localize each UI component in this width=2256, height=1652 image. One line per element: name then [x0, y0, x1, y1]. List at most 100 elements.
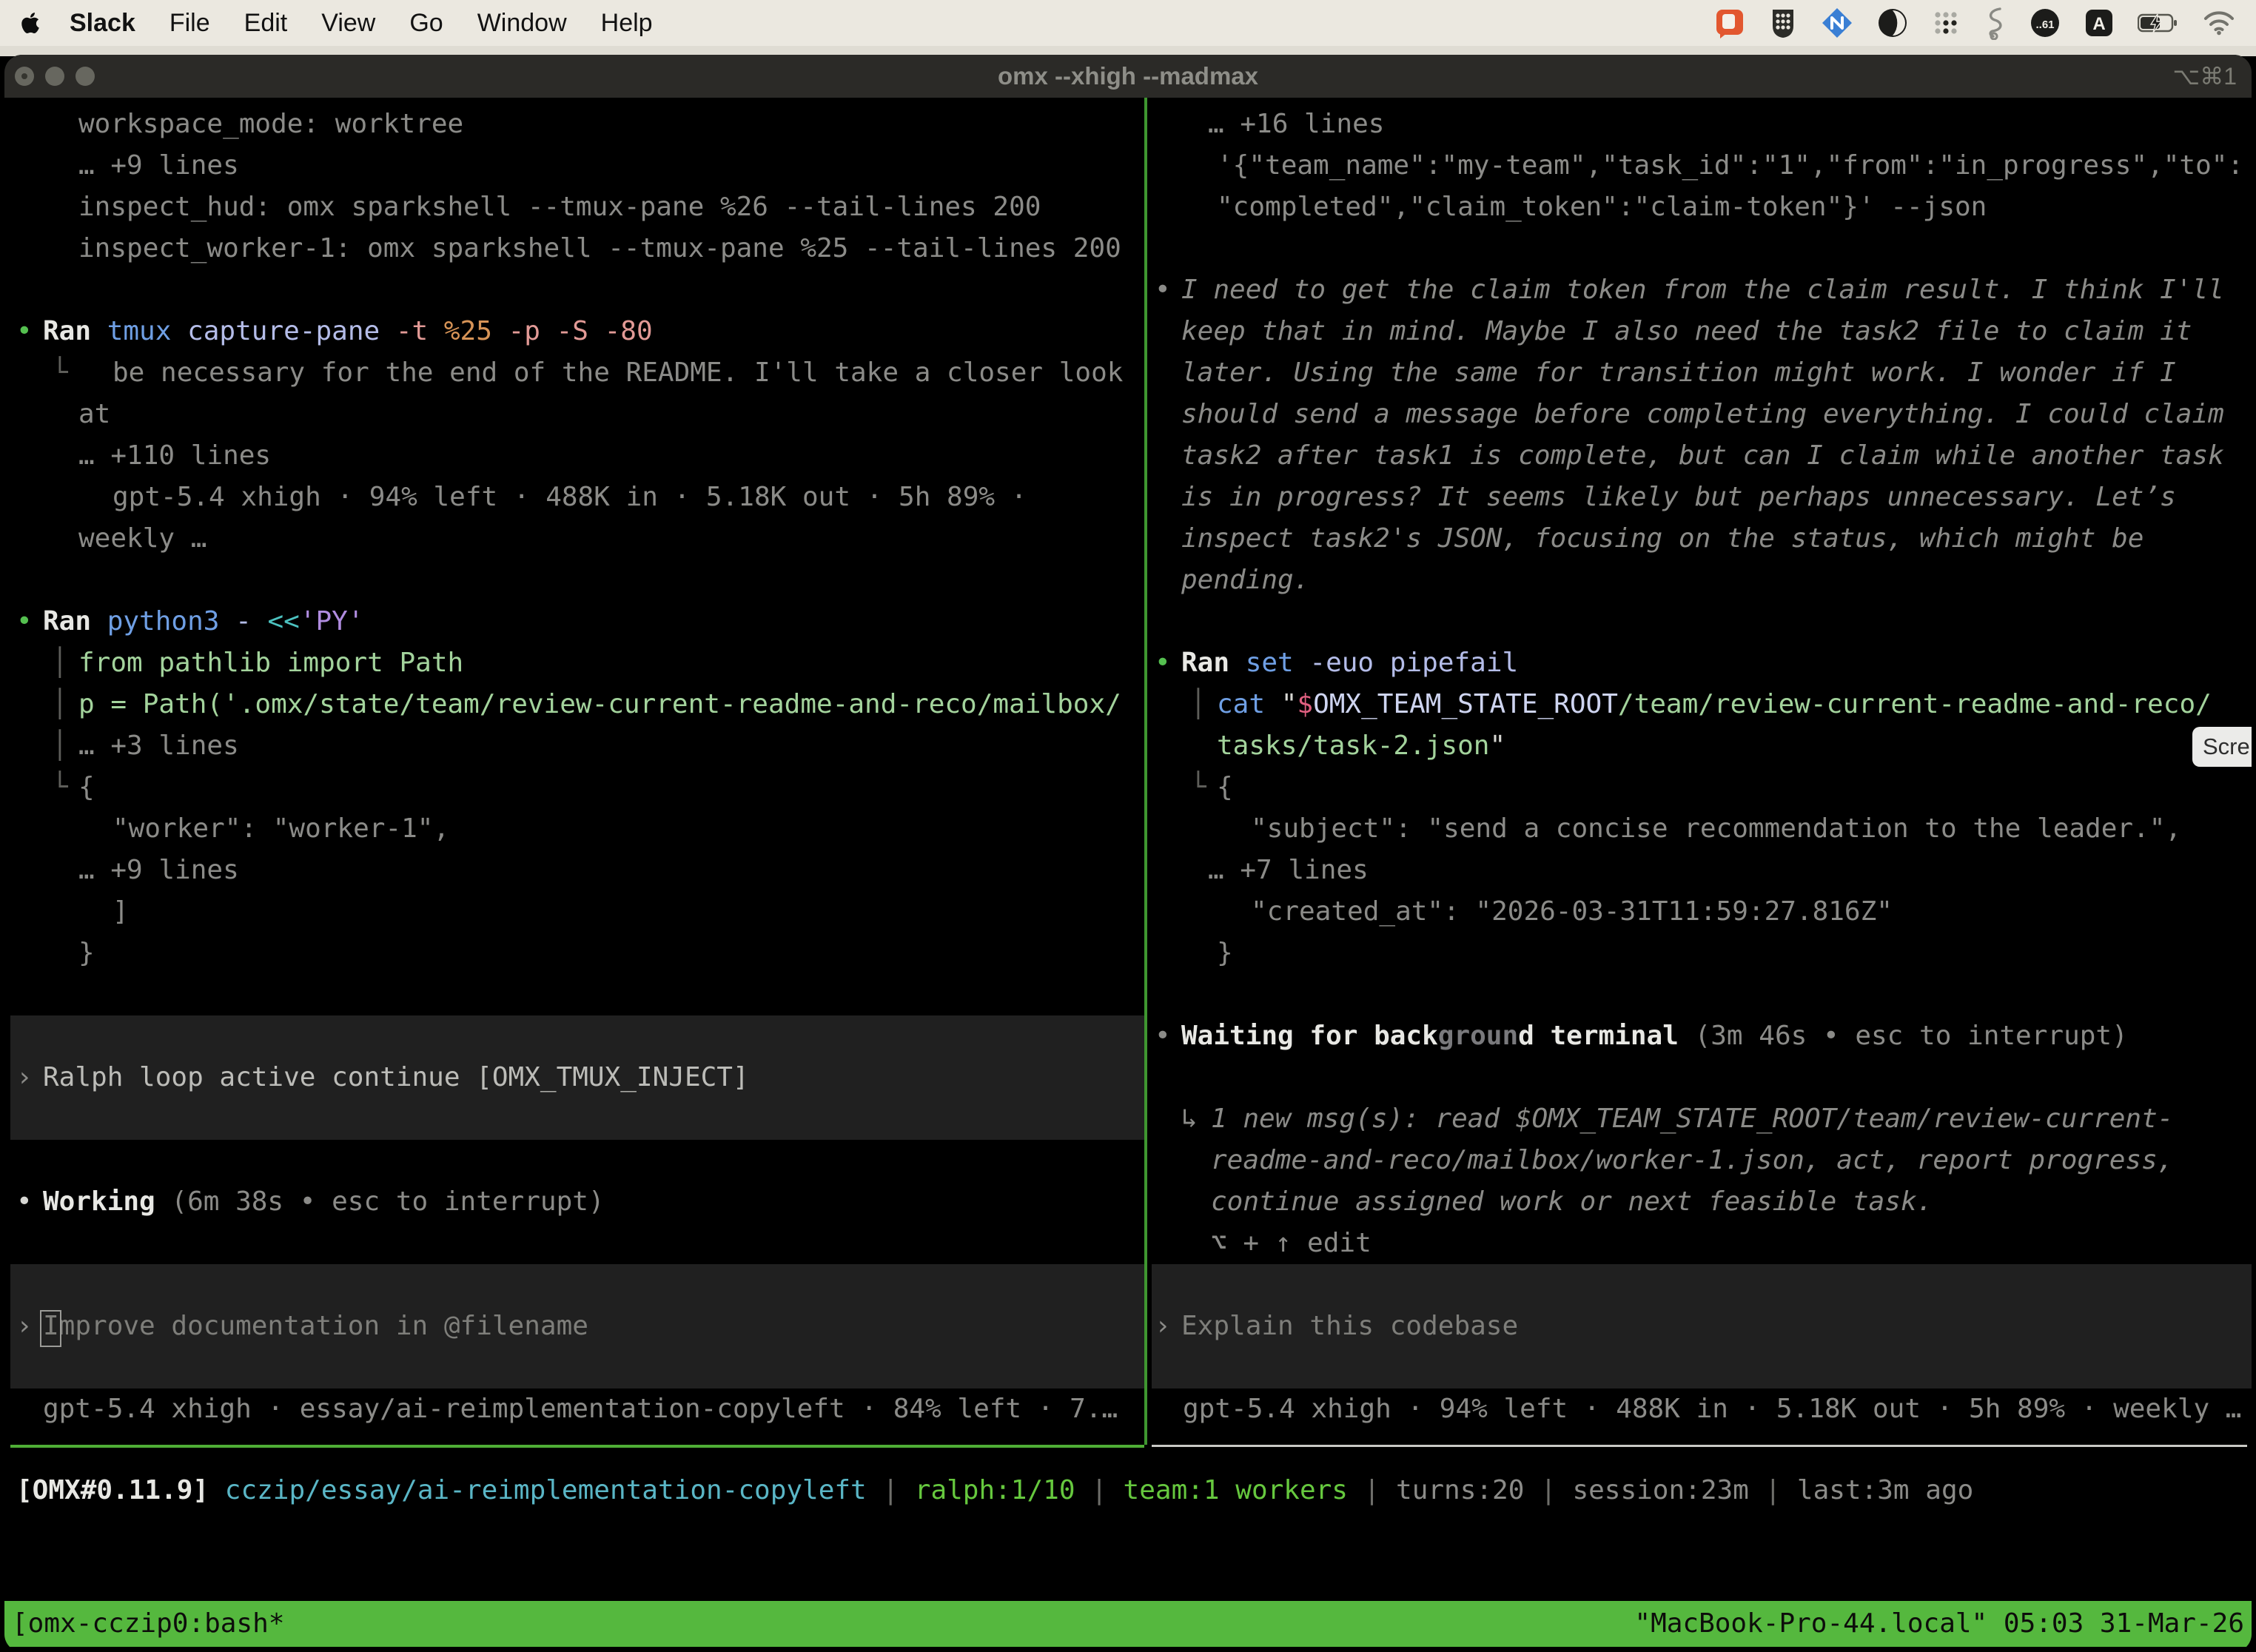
dots-grid-icon[interactable] — [1932, 9, 1960, 37]
tmux-host-clock: "MacBook-Pro-44.local" 05:03 31-Mar-26 — [1634, 1601, 2244, 1647]
omx-status-segment: team:1 workers — [1124, 1475, 1348, 1505]
terminal-text-line: • — [16, 311, 33, 352]
terminal-text-line: Explain this codebase — [1181, 1306, 1518, 1347]
terminal-text-line: … +9 lines — [78, 850, 239, 891]
terminal-text-line: └ — [1190, 767, 1206, 808]
terminal-text-line: weekly … — [78, 518, 207, 560]
terminal-text-line: • — [1155, 1015, 1171, 1057]
omx-status-segment: | — [1348, 1475, 1396, 1505]
omx-status-segment: turns:20 — [1396, 1475, 1524, 1505]
omx-status-bar: [OMX#0.11.9] cczip/essay/ai-reimplementa… — [16, 1470, 1973, 1511]
menu-item-file[interactable]: File — [169, 9, 210, 38]
apple-menu-icon[interactable] — [21, 11, 40, 35]
menu-item-go[interactable]: Go — [409, 9, 443, 38]
terminal-text-line: └ — [52, 352, 68, 394]
omx-status-segment: ralph:1/10 — [915, 1475, 1075, 1505]
menu-item-slack[interactable]: Slack — [70, 9, 135, 38]
menu-item-help[interactable]: Help — [601, 9, 653, 38]
terminal-text-line: … +7 lines — [1208, 850, 1369, 891]
gauge-61-label: ..61 — [2035, 19, 2054, 31]
omx-status-segment: | — [1075, 1475, 1124, 1505]
terminal-text-line: keep that in mind. Maybe I also need the… — [1181, 311, 2192, 352]
terminal-window: omx --xhigh --madmax ⌥⌘1 workspace_mode:… — [4, 55, 2252, 1652]
gauge-61-icon[interactable]: ..61 — [2030, 7, 2061, 38]
terminal-text-line: is in progress? It seems likely but perh… — [1181, 477, 2176, 518]
terminal-text-line: Ran set -euo pipefail — [1181, 642, 1518, 684]
terminal-text-line: '{"team_name":"my-team","task_id":"1","f… — [1217, 145, 2243, 187]
text-cursor — [40, 1310, 61, 1347]
menu-item-window[interactable]: Window — [477, 9, 567, 38]
terminal-text-line: gpt-5.4 xhigh · essay/ai-reimplementatio… — [43, 1389, 1118, 1430]
terminal-text-line: │ — [52, 684, 68, 725]
terminal-text-line: Ran tmux capture-pane -t %25 -p -S -80 — [43, 311, 653, 352]
terminal-text-line: • — [1155, 269, 1171, 311]
omx-status-segment: [OMX#0.11.9] — [16, 1475, 209, 1505]
terminal-text-line: ] — [113, 891, 129, 933]
wifi-icon[interactable] — [2203, 10, 2235, 36]
terminal-text-line: "created_at": "2026-03-31T11:59:27.816Z" — [1251, 891, 1893, 933]
terminal-text-line: at — [78, 394, 110, 435]
terminal-text-line: • — [16, 1181, 33, 1223]
terminal-text-line: "worker": "worker-1", — [113, 808, 449, 850]
terminal-text-line: } — [1217, 933, 1233, 974]
keypad-icon[interactable] — [1769, 7, 1797, 39]
input-a-icon[interactable]: A — [2084, 8, 2114, 38]
terminal-text-line: from pathlib import Path — [78, 642, 463, 684]
terminal-text-line: gpt-5.4 xhigh · 94% left · 488K in · 5.1… — [1183, 1389, 2241, 1430]
terminal-text-line: { — [1217, 767, 1233, 808]
terminal-text-line: ↳ — [1181, 1098, 1213, 1140]
terminal-text-line: I need to get the claim token from the c… — [1181, 269, 2224, 311]
terminal-text-line: │ — [52, 725, 68, 767]
terminal-text-line: Waiting for background terminal (3m 46s … — [1181, 1015, 2128, 1057]
terminal-text-line: └ — [52, 767, 68, 808]
tmux-session-label: [omx-cczip0:bash* — [12, 1601, 284, 1647]
omx-status-segment: session:23m — [1572, 1475, 1748, 1505]
terminal-text-line: … +16 lines — [1208, 104, 1384, 145]
terminal-text-line: task2 after task1 is complete, but can I… — [1181, 435, 2224, 477]
terminal-text-line: ⌥ + ↑ edit — [1211, 1223, 1372, 1264]
terminal-text-line: tasks/task-2.json" — [1217, 725, 1505, 767]
terminal-text-line: 1 new msg(s): read $OMX_TEAM_STATE_ROOT/… — [1211, 1098, 2173, 1140]
menu-item-edit[interactable]: Edit — [244, 9, 288, 38]
terminal-text-line: readme-and-reco/mailbox/worker-1.json, a… — [1211, 1140, 2173, 1181]
chat-icon[interactable] — [1714, 7, 1745, 38]
terminal-text-line: inspect_hud: omx sparkshell --tmux-pane … — [78, 187, 1041, 228]
terminal-text-line: { — [78, 767, 95, 808]
terminal-text-line: be necessary for the end of the README. … — [113, 352, 1123, 394]
terminal-text-line: later. Using the same for transition mig… — [1181, 352, 2176, 394]
terminal-text-line: inspect task2's JSON, focusing on the st… — [1181, 518, 2143, 560]
terminal-text-line: › — [16, 1057, 33, 1098]
battery-charging-icon[interactable] — [2138, 13, 2179, 33]
input-a-label: A — [2092, 14, 2105, 34]
omx-status-segment: cczip/essay/ai-reimplementation-copyleft — [225, 1475, 867, 1505]
omx-status-segment: | — [867, 1475, 915, 1505]
terminal-text-line: pending. — [1181, 560, 1309, 601]
terminal-text-line: inspect_worker-1: omx sparkshell --tmux-… — [78, 228, 1121, 269]
terminal-text-line: › — [1155, 1306, 1171, 1347]
terminal-text-line: Ralph loop active continue [OMX_TMUX_INJ… — [43, 1057, 749, 1098]
tooltip-label: Scre — [2203, 733, 2250, 760]
terminal-text-line: Working (6m 38s • esc to interrupt) — [43, 1181, 605, 1223]
terminal-text-line: … +110 lines — [78, 435, 271, 477]
terminal-text-line: cat "$OMX_TEAM_STATE_ROOT/team/review-cu… — [1217, 684, 2212, 725]
omx-status-segment: last:3m ago — [1797, 1475, 1973, 1505]
terminal-text-line: │ — [52, 642, 68, 684]
terminal-text-line: p = Path('.omx/state/team/review-current… — [78, 684, 1121, 725]
terminal-text-line: "completed","claim_token":"claim-token"}… — [1217, 187, 1987, 228]
tmux-status-bar: [omx-cczip0:bash* "MacBook-Pro-44.local"… — [4, 1601, 2252, 1647]
terminal-text-line: • — [1155, 642, 1171, 684]
terminal-text-line: should send a message before completing … — [1181, 394, 2224, 435]
terminal-text-line: … +3 lines — [78, 725, 239, 767]
terminal-text-line: continue assigned work or next feasible … — [1211, 1181, 1933, 1223]
terminal-text-line: › — [16, 1306, 33, 1347]
terminal-text-line: … +9 lines — [78, 145, 239, 187]
omx-status-segment: | — [1749, 1475, 1797, 1505]
nav-icon[interactable] — [1821, 7, 1853, 39]
contrast-icon[interactable] — [1877, 7, 1908, 38]
terminal-text-line: } — [78, 933, 95, 974]
terminal-text-line: │ — [1190, 684, 1206, 725]
terminal-content: workspace_mode: worktree… +9 linesinspec… — [4, 55, 2252, 1652]
menu-item-view[interactable]: View — [321, 9, 375, 38]
terminal-text-line: • — [16, 601, 33, 642]
squiggle-icon[interactable] — [1984, 6, 2006, 40]
